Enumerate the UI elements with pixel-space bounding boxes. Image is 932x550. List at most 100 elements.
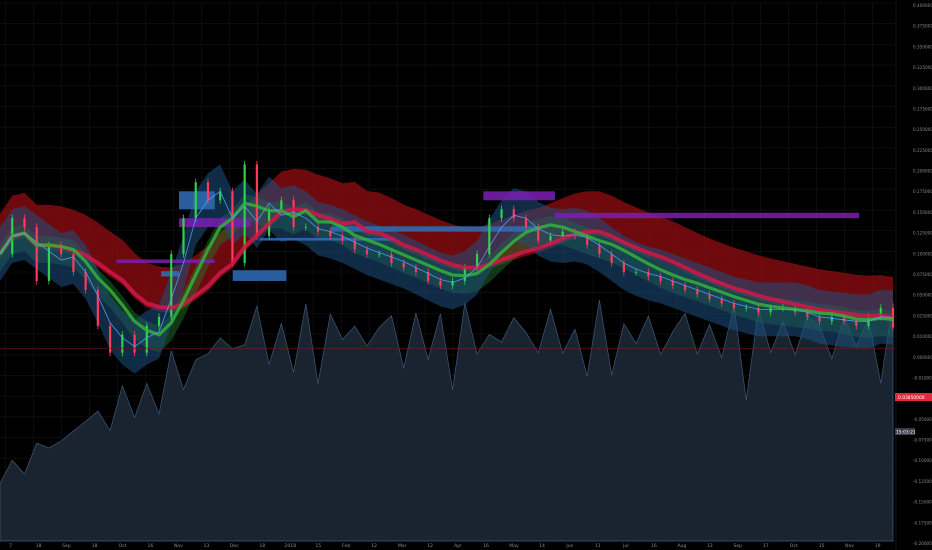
y-tick-label: 0.37500000	[913, 24, 932, 29]
y-tick-label: 0.17500000	[913, 189, 932, 194]
y-tick-label: -0.10000000	[913, 458, 932, 463]
countdown-label: 15:03:21	[896, 430, 916, 436]
price-candle	[304, 227, 307, 228]
price-candle	[439, 280, 442, 286]
price-candle	[255, 164, 258, 237]
price-candle	[451, 280, 454, 286]
x-tick-label: Dec	[230, 543, 239, 549]
y-tick-label: 0.12500000	[913, 231, 932, 236]
x-tick-label: Jun	[565, 543, 573, 549]
time-axis[interactable]: 7 18 Sep 18 Oct 16 Nov 13 Dec 18 2018 15 Feb 12 Mar 12 A…	[9, 543, 880, 549]
price-candle	[194, 182, 197, 219]
x-tick-label: Aug	[677, 543, 686, 549]
price-candle	[35, 227, 38, 281]
y-tick-label: 0.05000000	[913, 293, 932, 298]
x-tick-label: 19	[875, 543, 881, 549]
price-candle	[500, 209, 503, 219]
zone-purple-a	[483, 191, 555, 201]
price-candle	[818, 316, 821, 322]
x-tick-label: 14	[539, 543, 545, 549]
y-tick-label: -0.05000000	[913, 417, 932, 422]
zone-purple-c	[179, 218, 251, 228]
current-price-label: 0.03850000	[898, 395, 925, 401]
y-tick-label: -0.07500000	[913, 438, 932, 443]
price-candle	[635, 272, 638, 273]
price-candle	[108, 325, 112, 353]
x-tick-label: 16	[483, 543, 489, 549]
x-tick-label: 15	[315, 543, 321, 549]
y-tick-label: -0.17500000	[913, 520, 932, 525]
y-tick-label: 0.22500000	[913, 148, 932, 153]
x-tick-label: Apr	[454, 543, 462, 549]
price-candle	[23, 218, 26, 228]
y-tick-label: 0.02500000	[913, 313, 932, 318]
y-tick-label: 0.30000000	[913, 86, 932, 91]
zone-blue-a	[232, 270, 287, 281]
y-tick-label: -0.15000000	[913, 500, 932, 505]
price-candle	[402, 263, 405, 268]
price-candle	[133, 334, 136, 353]
y-tick-label: 0.25000000	[913, 127, 932, 132]
zone-blue-e	[179, 191, 215, 210]
price-candle	[378, 254, 381, 255]
x-tick-label: May	[509, 543, 519, 549]
x-tick-label: Jul	[622, 543, 629, 549]
price-candle	[732, 303, 736, 308]
price-candle	[598, 245, 601, 255]
price-candle	[390, 254, 393, 264]
y-tick-label: 0.27500000	[913, 106, 932, 111]
y-tick-label: 0.00000000	[913, 355, 932, 360]
y-tick-label: 0.01000000	[913, 334, 932, 339]
x-tick-label: Nov	[174, 543, 183, 549]
price-axis[interactable]: 0.40000000 0.37500000 0.35000000 0.32500000…	[895, 0, 932, 550]
x-tick-label: Sep	[62, 543, 71, 549]
x-tick-label: Oct	[118, 543, 126, 549]
price-candle	[610, 254, 613, 264]
price-candle	[769, 307, 772, 313]
price-candle	[745, 307, 748, 309]
price-candle	[231, 191, 234, 264]
x-tick-label: 18	[36, 543, 42, 549]
price-tags: 0.03850000 15:03:21	[895, 393, 932, 436]
x-tick-label: 15	[819, 543, 825, 549]
x-tick-label: 18	[92, 543, 98, 549]
x-tick-label: Mar	[398, 543, 407, 549]
x-tick-label: Oct	[790, 543, 798, 549]
price-candle	[206, 182, 210, 201]
x-tick-label: 11	[595, 543, 601, 549]
y-tick-label: -0.12500000	[913, 479, 932, 484]
y-tick-label: -0.01000000	[913, 375, 932, 380]
x-tick-label: 16	[651, 543, 657, 549]
x-tick-label: 12	[371, 543, 377, 549]
y-tick-label: 0.35000000	[913, 44, 932, 49]
y-tick-label: 0.07500000	[913, 272, 932, 277]
x-tick-label: 17	[763, 543, 769, 549]
price-chart[interactable]: 0.40000000 0.37500000 0.35000000 0.32500000…	[0, 0, 932, 550]
x-tick-label: Feb	[342, 543, 350, 549]
y-tick-label: 0.40000000	[913, 3, 932, 8]
x-tick-label: Sep	[733, 543, 742, 549]
zone-blue-b	[259, 237, 394, 241]
price-candle	[84, 272, 87, 290]
price-candle	[549, 236, 552, 241]
price-candle	[365, 249, 369, 255]
price-candle	[524, 218, 528, 228]
x-tick-label: 16	[148, 543, 154, 549]
price-candle	[561, 231, 564, 237]
price-candle	[855, 321, 858, 326]
price-candle	[830, 316, 833, 322]
price-candle	[647, 272, 650, 277]
y-tick-label: 0.10000000	[913, 251, 932, 256]
price-candle	[622, 263, 625, 272]
price-candle	[757, 307, 760, 313]
price-candle	[182, 218, 185, 255]
x-tick-label: 18	[259, 543, 265, 549]
y-tick-label: 0.32500000	[913, 65, 932, 70]
x-tick-label: Nov	[845, 543, 854, 549]
x-tick-label: 7	[9, 543, 12, 549]
zone-blue-d	[161, 271, 179, 277]
zone-purple-b	[554, 212, 860, 219]
x-tick-label: 13	[707, 543, 713, 549]
x-tick-label: 2018	[284, 543, 296, 549]
price-candle	[280, 200, 283, 210]
